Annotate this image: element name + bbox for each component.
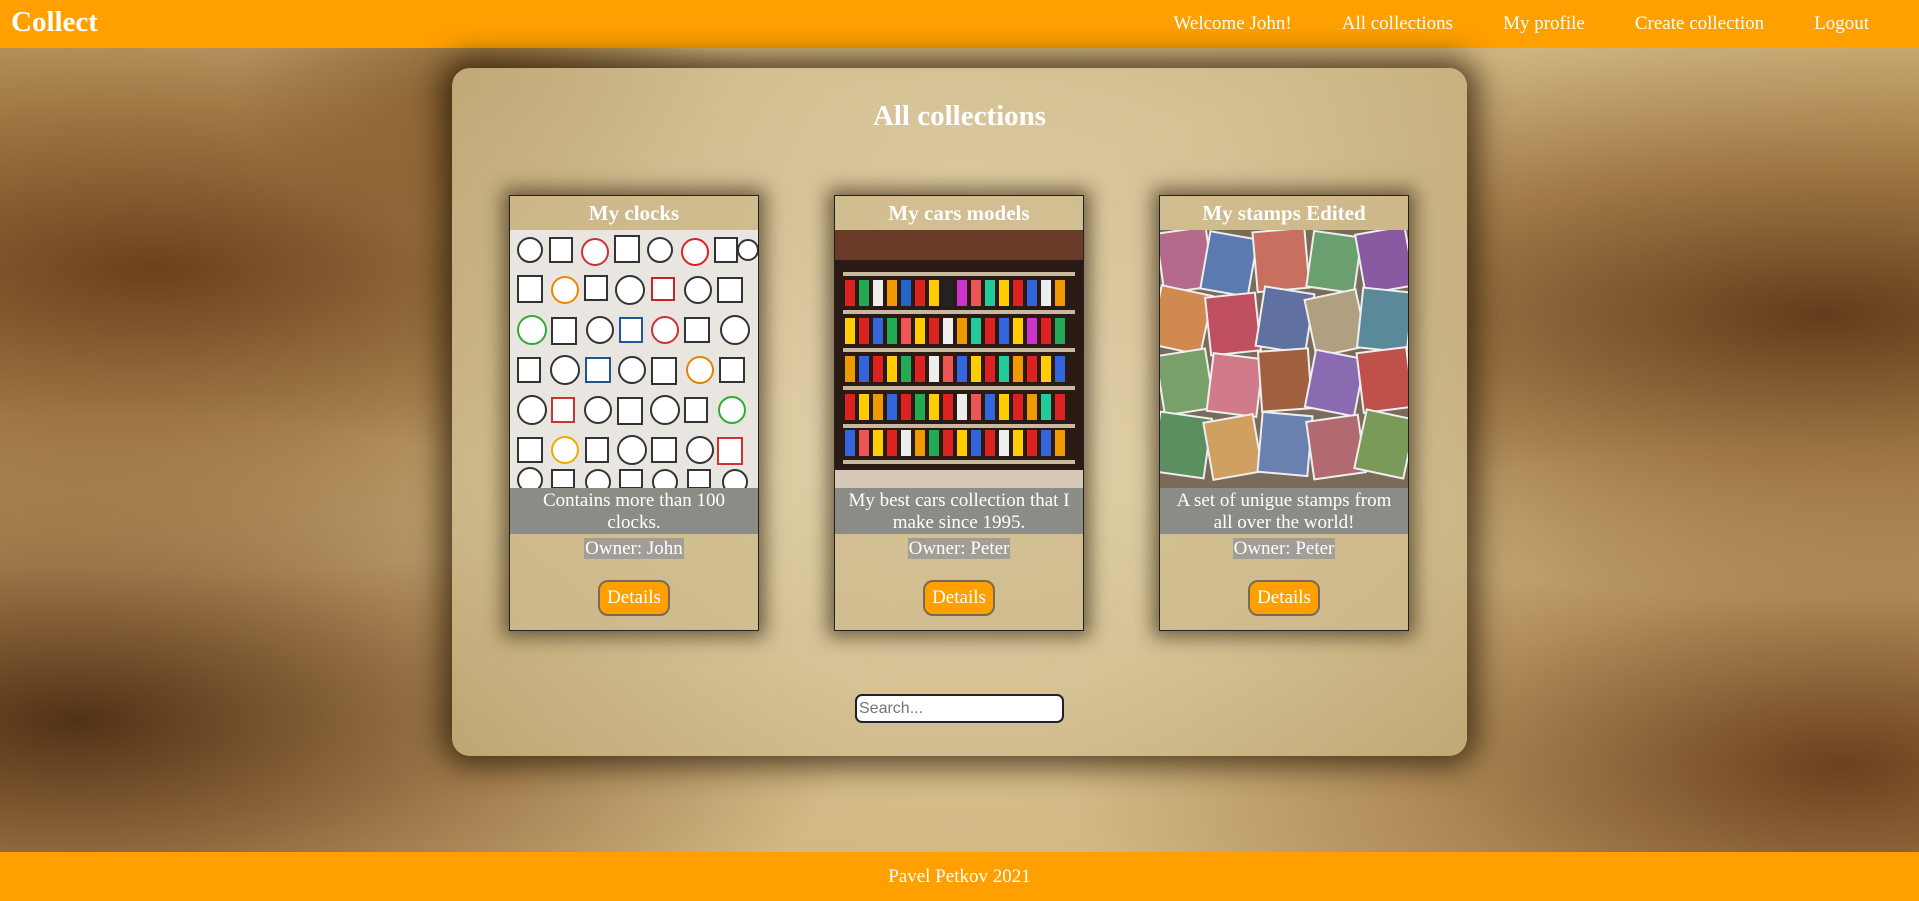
- footer: Pavel Petkov 2021: [0, 852, 1919, 901]
- card-owner: Owner: Peter: [1232, 538, 1336, 559]
- search-input[interactable]: [855, 694, 1064, 723]
- details-button[interactable]: Details: [1248, 580, 1320, 616]
- footer-text: Pavel Petkov 2021: [888, 866, 1031, 887]
- cars-image: [835, 230, 1083, 488]
- nav-create-collection[interactable]: Create collection: [1635, 13, 1764, 35]
- card-description: Contains more than 100 clocks.: [510, 488, 758, 534]
- stamps-image: [1160, 230, 1408, 488]
- clocks-image: [510, 230, 758, 488]
- card-title: My stamps Edited: [1202, 201, 1366, 225]
- collection-card: My cars models My best cars collection t…: [834, 195, 1084, 631]
- brand-logo[interactable]: Collect: [11, 6, 98, 39]
- card-description: My best cars collection that I make sinc…: [835, 488, 1083, 534]
- details-button[interactable]: Details: [923, 580, 995, 616]
- nav-my-profile[interactable]: My profile: [1503, 13, 1585, 35]
- nav-logout[interactable]: Logout: [1814, 13, 1869, 35]
- details-button[interactable]: Details: [598, 580, 670, 616]
- collection-card: My stamps Edited A set of unigue stamps …: [1159, 195, 1409, 631]
- nav-all-collections[interactable]: All collections: [1342, 13, 1453, 35]
- card-title: My clocks: [588, 201, 680, 225]
- page-title: All collections: [872, 100, 1047, 132]
- card-owner: Owner: John: [584, 538, 684, 559]
- collections-panel: All collections My clocks Contains more …: [452, 68, 1467, 756]
- nav-links: Welcome John! All collections My profile…: [1173, 0, 1919, 48]
- welcome-text: Welcome John!: [1173, 13, 1292, 34]
- top-navbar: Collect Welcome John! All collections My…: [0, 0, 1919, 48]
- card-title: My cars models: [888, 201, 1030, 225]
- collection-card: My clocks Contains more than 100 clocks.…: [509, 195, 759, 631]
- card-owner: Owner: Peter: [907, 538, 1011, 559]
- card-description: A set of unigue stamps from all over the…: [1160, 488, 1408, 534]
